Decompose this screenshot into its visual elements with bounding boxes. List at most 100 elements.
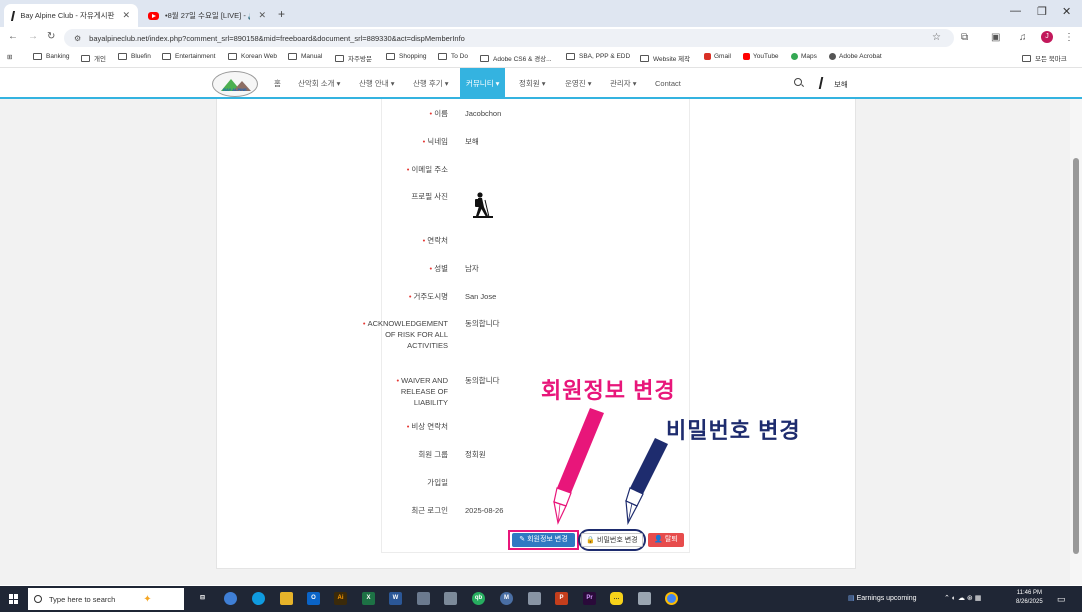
folder-icon (81, 54, 90, 62)
bookmark-acrobat[interactable]: Adobe Acrobat (829, 53, 882, 60)
powerpoint-icon[interactable]: P (555, 592, 568, 605)
bookmarks-bar: ⊞ Banking 개인 Bluefin Entertainment Korea… (0, 49, 1082, 68)
field-label-gender: • 성별 (429, 264, 448, 273)
sparkle-icon: ✦ (143, 593, 152, 605)
chrome-icon[interactable] (665, 592, 678, 605)
edge-icon[interactable] (252, 592, 265, 605)
bookmark-folder[interactable]: Shopping (386, 53, 426, 60)
kakaotalk-icon[interactable]: … (610, 592, 623, 605)
window-close-icon[interactable]: ✕ (1062, 5, 1071, 18)
bookmark-folder[interactable]: SBA, PPP & EDD (566, 53, 630, 60)
task-view-icon[interactable]: ⊟ (196, 592, 209, 605)
minimize-icon[interactable]: — (1010, 5, 1021, 17)
user-hiker-icon[interactable] (818, 77, 827, 89)
menu-admin[interactable]: 관리자 ▾ (610, 68, 637, 99)
change-password-button[interactable]: 🔒 비밀번호 변경 (581, 533, 643, 547)
tab-title: •8월 27일 수요일 [LIVE] - 🔊 (164, 11, 251, 20)
bookmark-folder[interactable]: Website 제작 (640, 53, 690, 63)
menu-members[interactable]: 정회원 ▾ (519, 68, 546, 99)
field-value-waiver: 동의합니다 (465, 376, 500, 385)
field-label-acknowledgement: • ACKNOWLEDGEMENT OF RISK FOR ALL ACTIVIT… (362, 319, 448, 350)
quickbooks-icon[interactable]: qb (472, 592, 485, 605)
app-m-icon[interactable]: M (500, 592, 513, 605)
bookmark-folder[interactable]: Manual (288, 53, 322, 60)
url-text: bayalpineclub.net/index.php?comment_srl=… (89, 33, 465, 43)
profile-photo-hiker-icon (473, 192, 493, 218)
bookmark-folder[interactable]: To Do (438, 53, 468, 60)
edit-member-info-button[interactable]: ✎ 회원정보 변경 (512, 533, 575, 547)
weather-widget[interactable]: ▤ Earnings upcoming (848, 594, 917, 602)
menu-about[interactable]: 산악회 소개 ▾ (298, 68, 340, 99)
bookmark-folder[interactable]: 개인 (81, 53, 106, 63)
menu-community[interactable]: 커뮤니티 ▾ (460, 68, 506, 99)
split-view-icon[interactable]: ▣ (991, 32, 1000, 43)
field-value-nickname: 보해 (465, 137, 479, 146)
folder-icon (386, 53, 395, 60)
bookmark-folder[interactable]: 자주방문 (335, 53, 372, 63)
folder-icon (33, 53, 42, 60)
site-logo[interactable]: BAY ALPINE (212, 71, 258, 97)
site-info-icon[interactable]: ⚙ (74, 34, 81, 43)
profile-avatar[interactable]: J (1041, 31, 1053, 43)
copilot-icon[interactable] (224, 592, 237, 605)
menu-hike-info[interactable]: 산행 안내 ▾ (359, 68, 395, 99)
field-label-waiver: • WAIVER AND RELEASE OF LIABILITY (396, 376, 448, 407)
bookmark-gmail[interactable]: Gmail (704, 53, 731, 60)
all-bookmarks-folder[interactable]: 모든 북마크 (1022, 53, 1067, 63)
media-icon[interactable] (444, 592, 457, 605)
taskbar-clock[interactable]: 11:46 PM 8/26/2025 (1016, 589, 1043, 607)
app-cloud-icon[interactable] (638, 592, 651, 605)
withdraw-button[interactable]: 👤 탈퇴 (648, 533, 684, 547)
word-icon[interactable]: W (389, 592, 402, 605)
bookmark-folder[interactable]: Banking (33, 53, 70, 60)
premiere-icon[interactable]: Pr (583, 592, 596, 605)
user-name[interactable]: 보해 (834, 79, 848, 90)
app-icon[interactable] (417, 592, 430, 605)
menu-home[interactable]: 홈 (274, 68, 281, 99)
browser-toolbar: ← → ↻ ⚙ bayalpineclub.net/index.php?comm… (0, 27, 1082, 49)
restore-icon[interactable]: ❐ (1037, 5, 1047, 18)
folder-icon (162, 53, 171, 60)
menu-kebab-icon[interactable]: ⋮ (1064, 32, 1074, 43)
forward-icon[interactable]: → (28, 31, 38, 42)
windows-start-icon[interactable] (9, 594, 19, 604)
file-explorer-icon[interactable] (280, 592, 293, 605)
tab-bay-alpine[interactable]: Bay Alpine Club - 자유게시판 ✕ (4, 4, 138, 27)
bookmark-folder[interactable]: Entertainment (162, 53, 215, 60)
bookmark-folder[interactable]: Adobe CS6 & 경상... (480, 53, 552, 63)
bookmark-folder[interactable]: Bluefin (118, 53, 151, 60)
search-icon[interactable] (794, 78, 802, 86)
reload-icon[interactable]: ↻ (47, 31, 55, 42)
field-label-email: • 이메일 주소 (406, 165, 448, 174)
media-control-icon[interactable]: ♫ (1019, 32, 1027, 43)
extensions-icon[interactable]: ⧉ (961, 32, 968, 43)
new-tab-icon[interactable]: + (278, 7, 285, 21)
menu-contact[interactable]: Contact (655, 68, 681, 99)
bookmark-maps[interactable]: Maps (791, 53, 817, 60)
field-value-name: Jacobchon (465, 109, 502, 118)
notification-icon[interactable]: ▭ (1057, 594, 1066, 605)
excel-icon[interactable]: X (362, 592, 375, 605)
tab-youtube-live[interactable]: •8월 27일 수요일 [LIVE] - 🔊 ✕ (140, 4, 274, 27)
illustrator-icon[interactable]: Ai (334, 592, 347, 605)
tray-icons[interactable]: ⌃ ◐ ☁ ⊛ ▦ (944, 594, 981, 602)
address-bar[interactable]: ⚙ bayalpineclub.net/index.php?comment_sr… (64, 29, 954, 47)
field-label-phone: • 연락처 (422, 236, 448, 245)
scrollbar-thumb[interactable] (1073, 158, 1079, 554)
annotation-change-password: 비밀번호 변경 (666, 418, 801, 443)
apps-grid-icon[interactable]: ⊞ (7, 53, 12, 61)
taskbar-search[interactable]: Type here to search ✦ (28, 588, 184, 610)
close-tab-icon[interactable]: ✕ (122, 10, 130, 21)
bookmark-youtube[interactable]: YouTube (743, 53, 779, 60)
bookmark-star-icon[interactable]: ☆ (932, 32, 941, 43)
field-label-name: • 이름 (429, 109, 448, 118)
menu-hike-reviews[interactable]: 산행 후기 ▾ (413, 68, 449, 99)
bookmark-folder[interactable]: Korean Web (228, 53, 277, 60)
close-tab-icon[interactable]: ✕ (258, 10, 266, 21)
field-label-city: • 거주도시명 (408, 292, 448, 301)
outlook-icon[interactable]: O (307, 592, 320, 605)
back-icon[interactable]: ← (8, 31, 18, 42)
menu-staff[interactable]: 운영진 ▾ (565, 68, 592, 99)
calculator-icon[interactable] (528, 592, 541, 605)
field-value-last-login: 2025-08-26 (465, 506, 504, 515)
